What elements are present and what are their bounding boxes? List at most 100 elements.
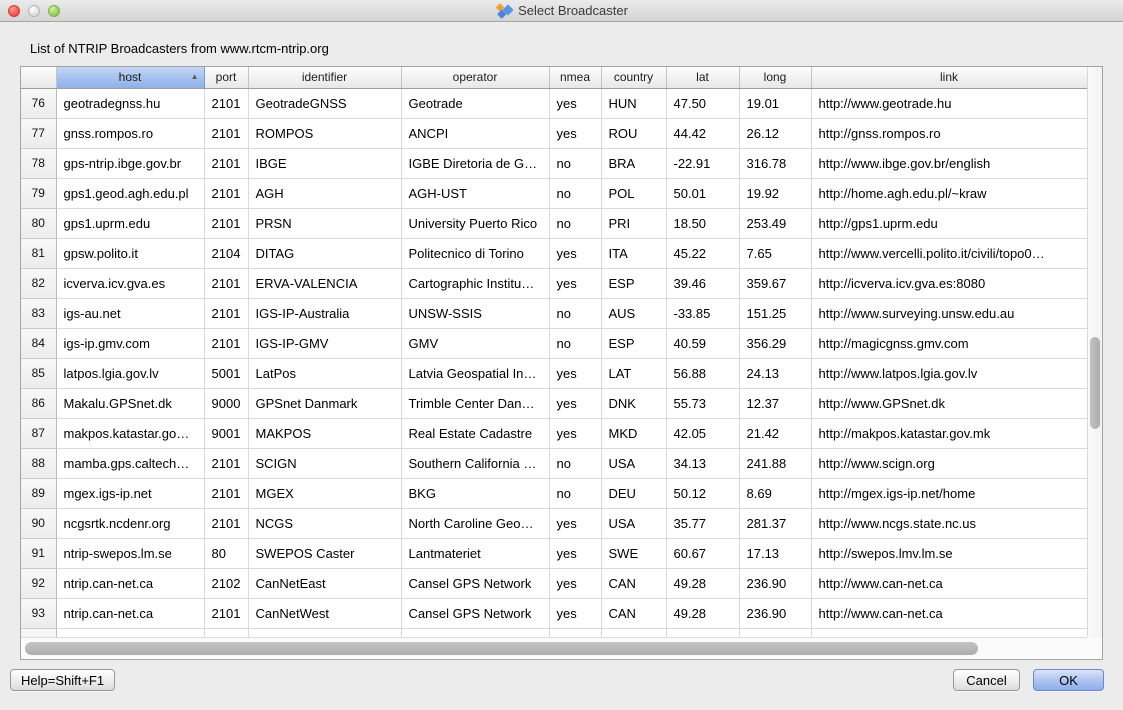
cell-port[interactable]: 2104 [204,238,248,268]
cell-port[interactable]: 2101 [204,478,248,508]
cell-long[interactable]: 278.50 [739,628,811,637]
cell-link[interactable]: http://www.latpos.lgia.gov.lv [811,358,1087,388]
cell-host[interactable]: gpsw.polito.it [56,238,204,268]
cell-link[interactable]: http://www.can-net.ca [811,598,1087,628]
cell-host[interactable]: gps1.uprm.edu [56,208,204,238]
cell-num[interactable]: 93 [21,598,56,628]
cell-link[interactable]: http://mgex.igs-ip.net/home [811,478,1087,508]
cell-num[interactable]: 84 [21,328,56,358]
cell-country[interactable]: USA [601,448,666,478]
cell-long[interactable]: 7.65 [739,238,811,268]
cell-operator[interactable]: ANCPI [401,118,549,148]
cell-port[interactable]: 80 [204,538,248,568]
cell-operator[interactable]: North Caroline Geo… [401,508,549,538]
table-row[interactable]: 92ntrip.can-net.ca2102CanNetEastCansel G… [21,568,1087,598]
table-row[interactable]: 93ntrip.can-net.ca2101CanNetWestCansel G… [21,598,1087,628]
cell-host[interactable]: mamba.gps.caltech… [56,448,204,478]
cell-num[interactable]: 80 [21,208,56,238]
cell-nmea[interactable]: yes [549,358,601,388]
cell-lat[interactable]: 45.22 [666,238,739,268]
table-row[interactable]: 90ncgsrtk.ncdenr.org2101NCGSNorth Caroli… [21,508,1087,538]
cell-link[interactable]: http://home.agh.edu.pl/~kraw [811,178,1087,208]
cell-nmea[interactable]: no [549,148,601,178]
cell-host[interactable]: ncgsrtk.ncdenr.org [56,508,204,538]
cell-long[interactable]: 12.37 [739,388,811,418]
col-header-lat[interactable]: lat [666,67,739,88]
cell-nmea[interactable]: yes [549,388,601,418]
cell-port[interactable]: 2101 [204,328,248,358]
cell-num[interactable]: 78 [21,148,56,178]
cell-lat[interactable]: -22.91 [666,148,739,178]
col-header-country[interactable]: country [601,67,666,88]
cell-country[interactable]: AUS [601,298,666,328]
cell-host[interactable]: makpos.katastar.go… [56,418,204,448]
cell-num[interactable]: 85 [21,358,56,388]
cell-port[interactable]: 2101 [204,148,248,178]
cell-num[interactable]: 89 [21,478,56,508]
cell-identifier[interactable]: GeotradeGNSS [248,88,401,118]
cancel-button[interactable]: Cancel [953,669,1020,691]
cell-operator[interactable]: Trimble Center Dan… [401,388,549,418]
horizontal-scrollbar-thumb[interactable] [25,642,978,655]
cell-num[interactable]: 94 [21,628,56,637]
cell-port[interactable]: 9000 [204,388,248,418]
cell-host[interactable]: igs-ip.gmv.com [56,328,204,358]
cell-port[interactable]: 5001 [204,358,248,388]
cell-link[interactable]: http://gnss.rompos.ro [811,118,1087,148]
cell-identifier[interactable]: SCIGN [248,448,401,478]
cell-host[interactable]: latpos.lgia.gov.lv [56,358,204,388]
cell-link[interactable]: http://www.scign.org [811,448,1087,478]
cell-nmea[interactable]: yes [549,268,601,298]
cell-lat[interactable]: 39.46 [666,268,739,298]
cell-port[interactable]: 2101 [204,88,248,118]
cell-country[interactable]: DNK [601,388,666,418]
cell-nmea[interactable]: no [549,208,601,238]
cell-num[interactable]: 79 [21,178,56,208]
cell-identifier[interactable]: DITAG [248,238,401,268]
cell-nmea[interactable]: yes [549,88,601,118]
cell-port[interactable]: 2101 [204,298,248,328]
cell-link[interactable]: http://www.vercelli.polito.it/civili/top… [811,238,1087,268]
cell-lat[interactable]: 55.73 [666,388,739,418]
cell-operator[interactable]: BKG [401,478,549,508]
cell-country[interactable]: ESP [601,268,666,298]
zoom-button[interactable] [48,5,60,17]
cell-long[interactable]: 21.42 [739,418,811,448]
close-button[interactable] [8,5,20,17]
cell-num[interactable]: 92 [21,568,56,598]
cell-link[interactable]: http://makpos.katastar.gov.mk [811,418,1087,448]
cell-host[interactable]: Makalu.GPSnet.dk [56,388,204,418]
col-header-nmea[interactable]: nmea [549,67,601,88]
col-header-long[interactable]: long [739,67,811,88]
cell-operator[interactable]: IGBE Diretoria de G… [401,148,549,178]
minimize-button[interactable] [28,5,40,17]
table-row[interactable]: 80gps1.uprm.edu2101PRSNUniversity Puerto… [21,208,1087,238]
cell-long[interactable]: 253.49 [739,208,811,238]
vertical-scrollbar[interactable] [1087,67,1102,638]
cell-identifier[interactable]: LatPos [248,358,401,388]
cell-nmea[interactable]: yes [549,118,601,148]
col-header-rownum[interactable] [21,67,56,88]
table-row[interactable]: 84igs-ip.gmv.com2101IGS-IP-GMVGMVnoESP40… [21,328,1087,358]
cell-nmea[interactable]: yes [549,568,601,598]
cell-nmea[interactable]: yes [549,598,601,628]
cell-num[interactable]: 83 [21,298,56,328]
cell-lat[interactable]: -33.85 [666,298,739,328]
cell-link[interactable]: http://gps1.uprm.edu [811,208,1087,238]
cell-lat[interactable]: 38.50 [666,628,739,637]
cell-identifier[interactable]: IBGE [248,148,401,178]
cell-country[interactable]: POL [601,178,666,208]
cell-operator[interactable]: Rahall Transportati… [401,628,549,637]
cell-host[interactable]: ntrip.can-net.ca [56,568,204,598]
cell-identifier[interactable]: IGS-IP-GMV [248,328,401,358]
cell-long[interactable]: 24.13 [739,358,811,388]
cell-long[interactable]: 8.69 [739,478,811,508]
col-header-port[interactable]: port [204,67,248,88]
cell-link[interactable]: http://www.can-net.ca [811,568,1087,598]
cell-nmea[interactable]: yes [549,508,601,538]
cell-country[interactable]: ESP [601,328,666,358]
cell-link[interactable]: http://www.ibge.gov.br/english [811,148,1087,178]
cell-nmea[interactable]: no [549,328,601,358]
table-row[interactable]: 82icverva.icv.gva.es2101ERVA-VALENCIACar… [21,268,1087,298]
cell-identifier[interactable]: NCGS [248,508,401,538]
